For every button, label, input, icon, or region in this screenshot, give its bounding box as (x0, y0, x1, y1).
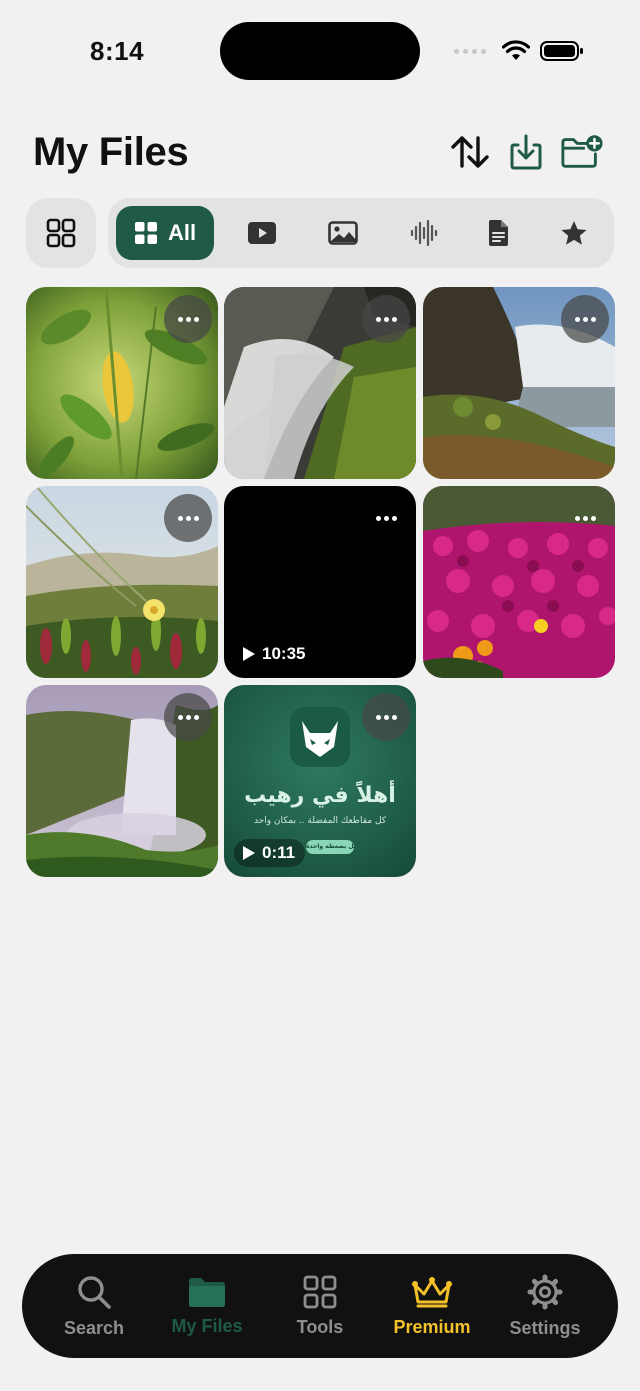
file-tile[interactable]: أهلاً في رهيب كل مقاطعك المفضلة .. بمكان… (224, 685, 416, 877)
gear-icon (527, 1274, 563, 1309)
video-duration: 0:11 (262, 843, 296, 862)
promo-caption: كل مقاطعك المفضلة .. بمكان واحد (253, 816, 387, 826)
file-tile[interactable] (26, 486, 218, 678)
video-duration-badge: 10:35 (234, 640, 315, 668)
cellular-signal-icon (454, 48, 486, 54)
folder-plus-icon (561, 135, 603, 168)
file-tile[interactable] (423, 486, 615, 678)
tab-bar: Search My Files Tools Premium Settings (22, 1254, 618, 1358)
filter-images[interactable] (311, 206, 375, 260)
star-icon (561, 221, 587, 245)
wifi-icon (502, 40, 530, 60)
image-icon (328, 221, 358, 245)
filter-audio[interactable] (392, 206, 456, 260)
tab-my-files-label: My Files (171, 1315, 243, 1336)
video-duration: 10:35 (262, 644, 306, 663)
more-options-button[interactable] (362, 494, 410, 542)
promo-headline: أهلاً في رهيب (244, 783, 396, 808)
search-icon (78, 1275, 111, 1309)
battery-icon (540, 41, 583, 61)
tab-settings[interactable]: Settings (490, 1254, 600, 1358)
page-title: My Files (33, 130, 189, 174)
download-button[interactable] (504, 130, 548, 174)
status-time: 8:14 (90, 36, 145, 66)
play-icon (243, 647, 255, 661)
promo-button-text: التحميل بضغطة واحدة (306, 843, 354, 850)
tab-premium[interactable]: Premium (377, 1254, 487, 1358)
folder-icon (189, 1277, 225, 1307)
grid-icon (134, 222, 157, 244)
grid-view-icon (46, 218, 76, 248)
more-options-button[interactable] (164, 494, 212, 542)
sort-arrows-icon (451, 136, 489, 168)
filter-favorites[interactable] (542, 206, 606, 260)
more-options-button[interactable] (561, 295, 609, 343)
sort-button[interactable] (448, 130, 492, 174)
file-tile[interactable] (423, 287, 615, 479)
tab-my-files[interactable]: My Files (152, 1254, 262, 1358)
tab-tools-label: Tools (296, 1316, 344, 1337)
video-duration-badge: 0:11 (234, 839, 306, 867)
more-options-button[interactable] (362, 693, 410, 741)
layout-toggle-button[interactable] (26, 198, 96, 268)
more-options-button[interactable] (561, 494, 609, 542)
tab-search[interactable]: Search (39, 1254, 149, 1358)
tab-search-label: Search (63, 1317, 125, 1338)
filter-videos[interactable] (230, 206, 294, 260)
dynamic-island (220, 22, 420, 80)
more-options-button[interactable] (164, 295, 212, 343)
crown-icon (412, 1276, 452, 1307)
file-tile[interactable] (26, 287, 218, 479)
file-tile[interactable] (26, 685, 218, 877)
download-tray-icon (510, 134, 542, 170)
filter-bar: All (108, 198, 614, 268)
tools-icon (303, 1275, 337, 1308)
tab-tools[interactable]: Tools (265, 1254, 375, 1358)
file-tile[interactable] (224, 287, 416, 479)
file-tile[interactable]: 10:35 (224, 486, 416, 678)
audio-icon (410, 220, 438, 246)
more-options-button[interactable] (362, 295, 410, 343)
filter-all[interactable]: All (116, 206, 214, 260)
new-folder-button[interactable] (560, 130, 604, 174)
more-options-button[interactable] (164, 693, 212, 741)
play-icon (243, 846, 255, 860)
filter-all-label: All (167, 220, 197, 245)
filter-documents[interactable] (466, 206, 530, 260)
video-icon (248, 222, 276, 244)
document-icon (489, 220, 508, 246)
status-icons (454, 40, 584, 62)
tab-settings-label: Settings (509, 1317, 581, 1338)
tab-premium-label: Premium (393, 1316, 471, 1337)
